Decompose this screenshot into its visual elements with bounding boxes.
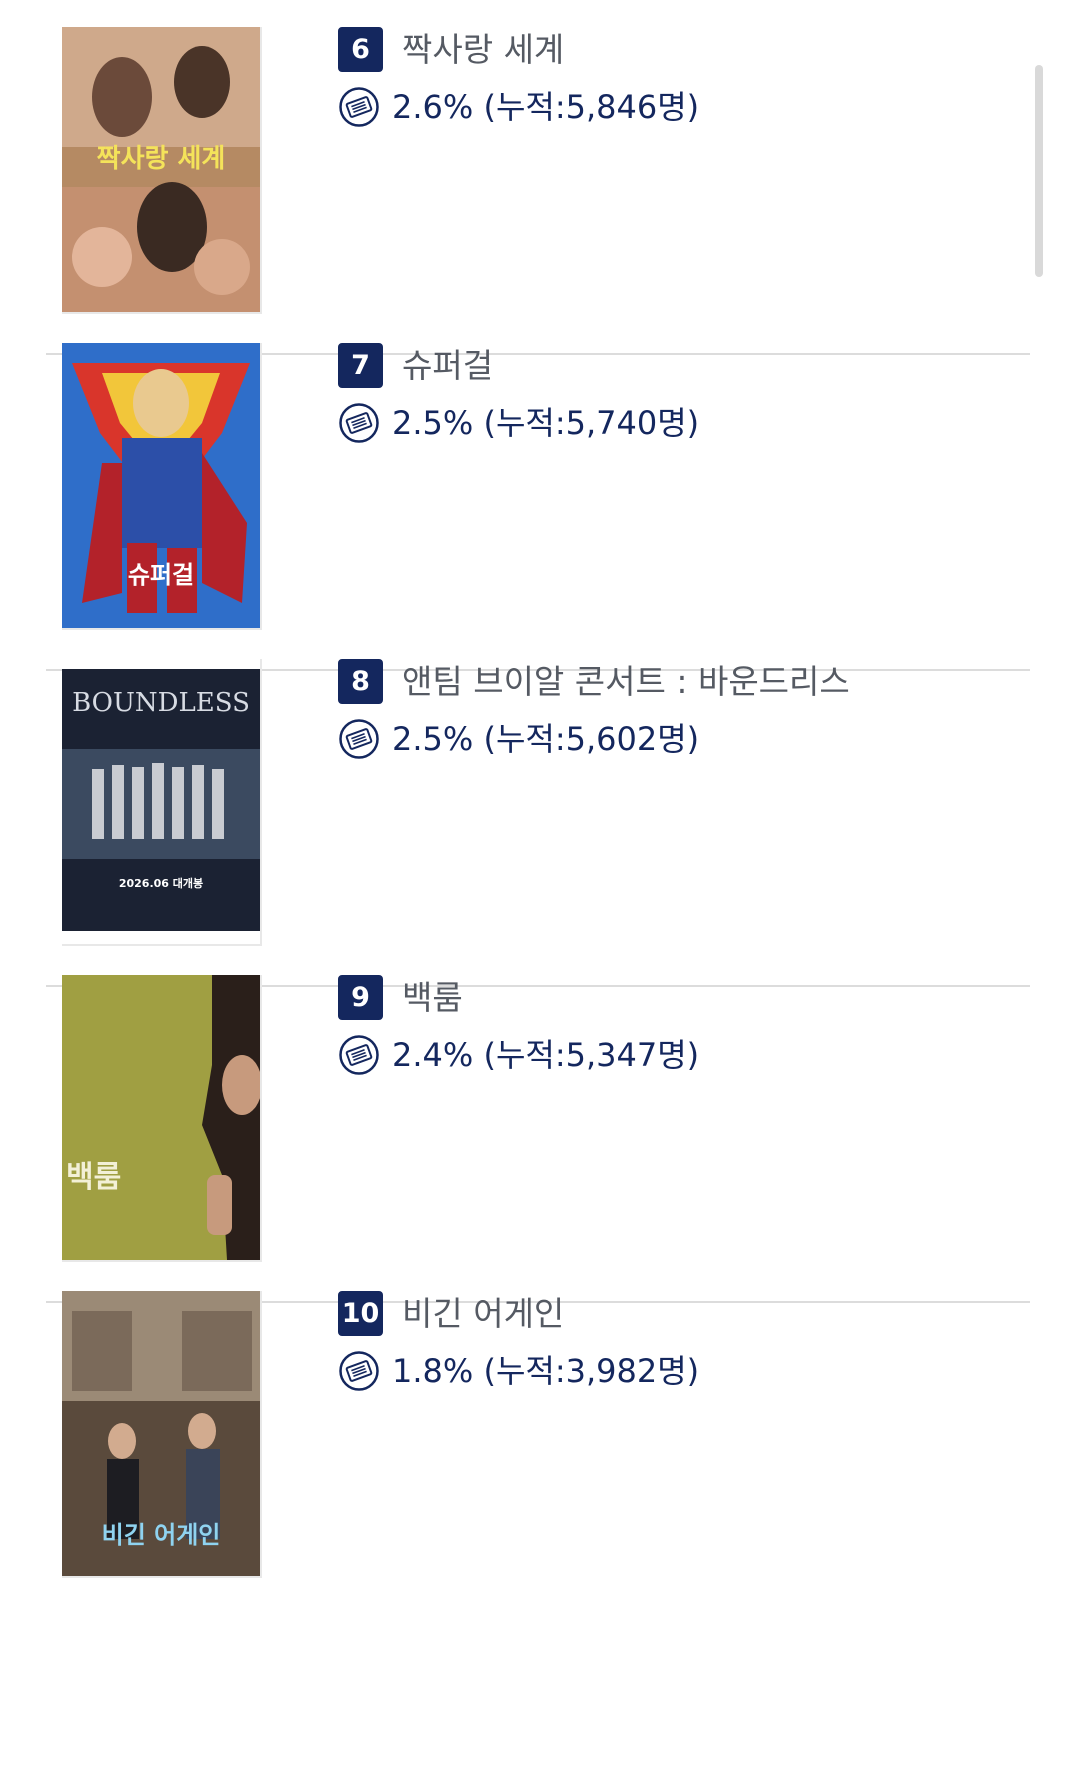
poster-image: 비긴 어게인 — [62, 1291, 260, 1576]
audience-share: 2.6% (누적:5,846명) — [392, 88, 700, 126]
svg-text:백룸: 백룸 — [66, 1160, 121, 1195]
svg-text:BOUNDLESS: BOUNDLESS — [72, 688, 250, 718]
movie-title[interactable]: 짝사랑 세계 — [402, 27, 564, 72]
rank-badge: 10 — [338, 1291, 383, 1336]
audience-share: 1.8% (누적:3,982명) — [392, 1352, 700, 1390]
audience-share: 2.5% (누적:5,602명) — [392, 720, 700, 758]
poster-image: BOUNDLESS 2026.06 대개봉 — [62, 659, 260, 944]
audience-share: 2.4% (누적:5,347명) — [392, 1036, 700, 1074]
rank-badge: 8 — [338, 659, 383, 704]
movie-title[interactable]: 백룸 — [402, 975, 463, 1020]
poster-image: 슈퍼걸 — [62, 343, 260, 628]
ticket-icon — [338, 1350, 380, 1392]
svg-text:2026.06 대개봉: 2026.06 대개봉 — [119, 876, 203, 890]
audience-share: 2.5% (누적:5,740명) — [392, 404, 700, 442]
ticket-icon — [338, 1034, 380, 1076]
movie-title[interactable]: 앤팀 브이알 콘서트 : 바운드리스 — [402, 659, 850, 704]
rank-badge: 7 — [338, 343, 383, 388]
list-item[interactable]: 비긴 어게인 10 비긴 어게인 1.8% (누적:3,982명) — [46, 1264, 1030, 1619]
svg-text:슈퍼걸: 슈퍼걸 — [128, 561, 194, 589]
list-item[interactable]: 백룸 9 백룸 2.4% (누적:5,347명) — [46, 948, 1030, 1303]
movie-poster[interactable]: 백룸 — [62, 975, 262, 1262]
poster-image: 백룸 — [62, 975, 260, 1260]
list-item[interactable]: 슈퍼걸 7 슈퍼걸 2.5% (누적:5,740명) — [46, 316, 1030, 671]
movie-poster[interactable]: 비긴 어게인 — [62, 1291, 262, 1578]
scrollbar[interactable] — [1035, 65, 1043, 277]
svg-text:비긴 어게인: 비긴 어게인 — [102, 1521, 221, 1549]
movie-poster[interactable]: 슈퍼걸 — [62, 343, 262, 630]
list-item[interactable]: BOUNDLESS 2026.06 대개봉 8 앤팀 브이알 콘서트 : 바운드… — [46, 632, 1030, 987]
movie-title[interactable]: 비긴 어게인 — [402, 1291, 564, 1336]
movie-poster[interactable]: 짝사랑 세계 — [62, 27, 262, 314]
svg-text:짝사랑 세계: 짝사랑 세계 — [97, 144, 226, 174]
list-item[interactable]: 짝사랑 세계 6 짝사랑 세계 2.6% (누적:5,846명) — [46, 0, 1030, 355]
ticket-icon — [338, 402, 380, 444]
ticket-icon — [338, 718, 380, 760]
ticket-icon — [338, 86, 380, 128]
movie-poster[interactable]: BOUNDLESS 2026.06 대개봉 — [62, 659, 262, 946]
rank-badge: 9 — [338, 975, 383, 1020]
movie-title[interactable]: 슈퍼걸 — [402, 343, 493, 388]
poster-image: 짝사랑 세계 — [62, 27, 260, 312]
rank-badge: 6 — [338, 27, 383, 72]
